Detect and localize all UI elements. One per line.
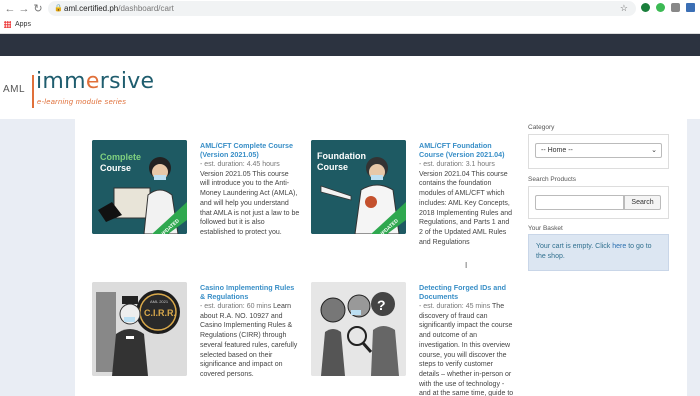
course-description: - est. duration: 45 mins The discovery o… xyxy=(419,303,514,396)
category-select[interactable]: -- Home -- ⌄ xyxy=(535,143,662,158)
back-icon[interactable]: ← xyxy=(4,3,16,15)
logo-prefix: AML xyxy=(3,84,26,95)
url-host: aml.certified.ph xyxy=(64,4,119,13)
course-duration: - est. duration: 3.1 hours xyxy=(419,161,495,168)
search-label: Search Products xyxy=(528,176,577,183)
site-top-bar xyxy=(0,34,700,56)
course-thumbnail-foundation[interactable]: Foundation Course UPDATED xyxy=(311,140,406,234)
course-duration: - est. duration: 45 mins xyxy=(419,303,491,310)
svg-text:Course: Course xyxy=(100,163,131,173)
apps-grid-icon[interactable] xyxy=(4,20,11,28)
extension-shield-icon[interactable] xyxy=(641,3,650,12)
apps-bookmark[interactable]: Apps xyxy=(15,21,31,28)
bookmark-star-icon[interactable]: ☆ xyxy=(620,1,628,16)
svg-text:C.I.R.R.: C.I.R.R. xyxy=(144,308,176,318)
course-description: - est. duration: 60 mins Learn about R.A… xyxy=(200,303,298,378)
course-thumbnail-complete[interactable]: Complete Course UPDATED xyxy=(92,140,187,234)
logo-wordmark[interactable]: immersive xyxy=(36,69,154,94)
reload-icon[interactable]: ↻ xyxy=(32,3,44,15)
course-title[interactable]: Detecting Forged IDs and Documents xyxy=(419,283,515,301)
search-input[interactable] xyxy=(535,195,624,210)
lock-icon: 🔒 xyxy=(54,5,63,12)
bookmarks-bar: Apps xyxy=(0,18,700,32)
text-cursor-icon: I xyxy=(465,261,468,270)
extension-camera-icon[interactable] xyxy=(671,3,680,12)
extension-grammarly-icon[interactable] xyxy=(656,3,665,12)
browser-chrome: ← → ↻ 🔒 aml.certified.ph/dashboard/cart … xyxy=(0,0,700,34)
basket-label: Your Basket xyxy=(528,225,563,232)
course-title[interactable]: AML/CFT Foundation Course (Version 2021.… xyxy=(419,141,515,159)
svg-text:AML 2021: AML 2021 xyxy=(150,299,169,304)
forward-icon[interactable]: → xyxy=(18,3,30,15)
extension-badge-icon[interactable] xyxy=(686,3,695,12)
category-label: Category xyxy=(528,124,555,131)
course-title[interactable]: Casino Implementing Rules & Regulations xyxy=(200,283,300,301)
logo-tagline: e-learning module series xyxy=(37,97,127,106)
course-description: - est. duration: 3.1 hours Version 2021.… xyxy=(419,161,513,246)
course-duration: - est. duration: 60 mins xyxy=(200,303,272,310)
chevron-down-icon: ⌄ xyxy=(651,147,657,154)
shop-link[interactable]: here xyxy=(612,243,626,250)
basket-message: Your cart is empty. Click here to go to … xyxy=(528,234,669,271)
course-thumbnail-casino[interactable]: AML 2021 C.I.R.R. xyxy=(92,282,187,376)
logo-divider xyxy=(32,75,34,108)
course-description: - est. duration: 4.45 hours Version 2021… xyxy=(200,161,300,236)
course-thumbnail-forged-ids[interactable]: ? xyxy=(311,282,406,376)
svg-text:Complete: Complete xyxy=(100,152,141,162)
svg-text:Course: Course xyxy=(317,162,348,172)
search-button[interactable]: Search xyxy=(624,195,661,210)
course-duration: - est. duration: 4.45 hours xyxy=(200,161,280,168)
course-title[interactable]: AML/CFT Complete Course (Version 2021.05… xyxy=(200,141,300,159)
address-bar[interactable]: 🔒 aml.certified.ph/dashboard/cart ☆ xyxy=(48,1,636,16)
url-path: /dashboard/cart xyxy=(118,4,174,13)
svg-text:Foundation: Foundation xyxy=(317,151,366,161)
svg-text:?: ? xyxy=(377,297,386,313)
